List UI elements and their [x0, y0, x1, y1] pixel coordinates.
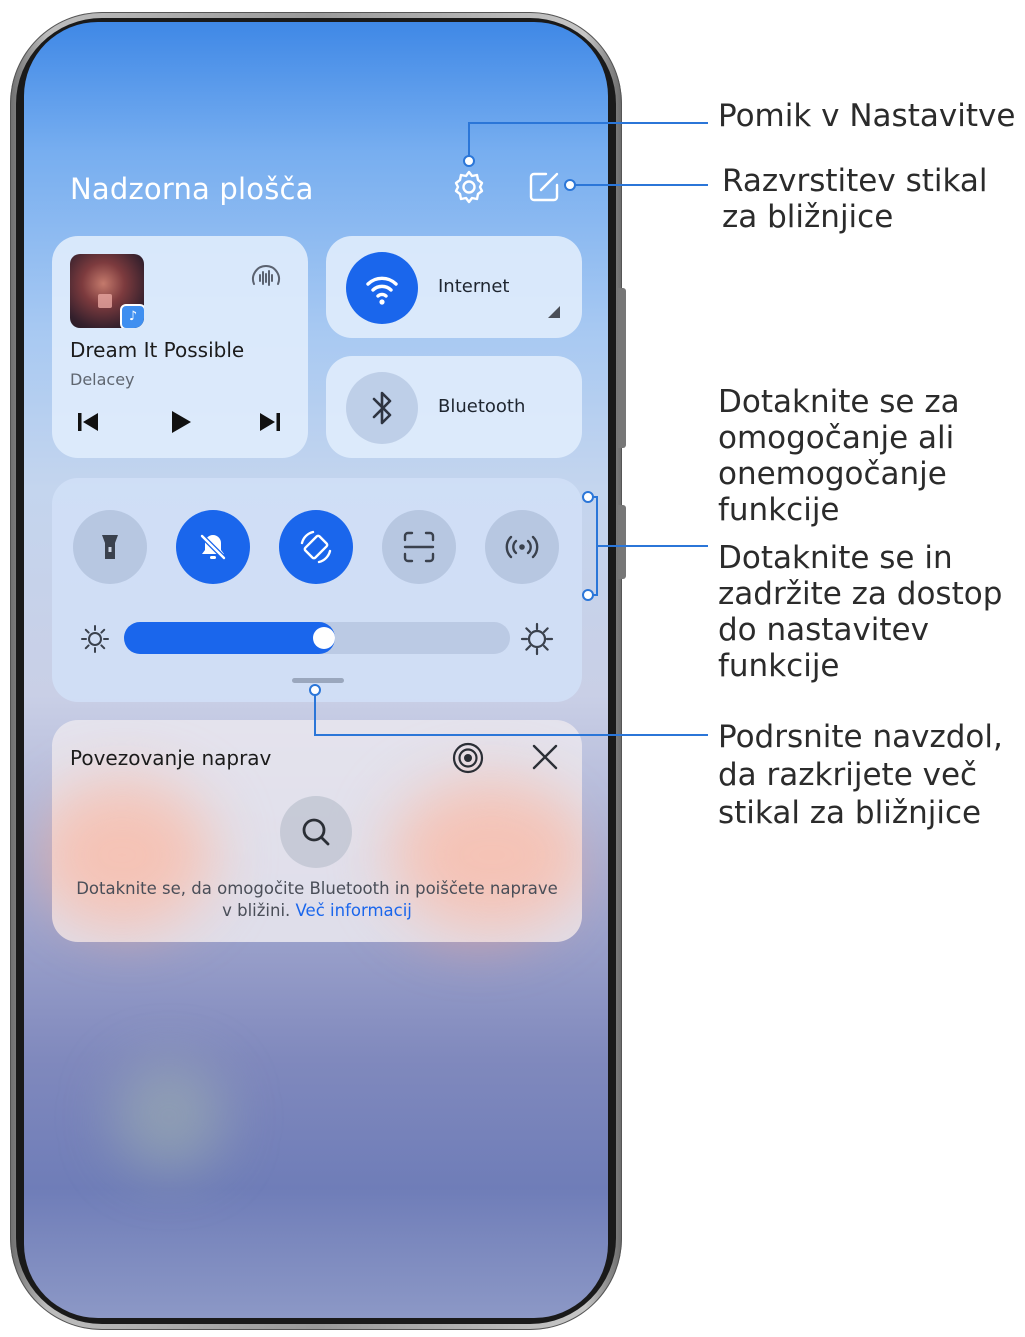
brightness-low-icon — [80, 624, 110, 654]
expand-corner-icon[interactable] — [548, 306, 560, 318]
bluetooth-tile[interactable]: Bluetooth — [326, 356, 582, 458]
annotation-hold-settings: Dotaknite se in zadržite za dostop do na… — [718, 540, 1003, 684]
callout-line-sort — [570, 184, 708, 186]
next-icon[interactable] — [254, 406, 286, 438]
wallpaper-blob — [114, 1062, 224, 1172]
album-art: ♪ — [70, 254, 144, 328]
previous-icon[interactable] — [72, 406, 104, 438]
audio-output-icon[interactable] — [248, 260, 284, 296]
annotation-swipe-down: Podrsnite navzdol, da razkrijete več sti… — [718, 719, 1003, 831]
annotation-settings: Pomik v Nastavitve — [718, 98, 1016, 134]
panel-title: Nadzorna plošča — [70, 172, 314, 206]
expand-handle[interactable] — [292, 678, 344, 683]
control-panel-screen: Nadzorna plošča ♪ Dream It Possible Dela… — [24, 22, 608, 1318]
callout-dot-settings — [463, 155, 475, 167]
close-icon[interactable] — [528, 740, 562, 774]
song-title: Dream It Possible — [70, 338, 245, 362]
auto-rotate-icon[interactable] — [279, 510, 353, 584]
internet-label: Internet — [438, 276, 510, 297]
callout-line-toggles — [598, 545, 708, 547]
callout-dot-toggles — [582, 491, 594, 503]
internet-tile[interactable]: Internet — [326, 236, 582, 338]
annotation-tap-toggle: Dotaknite se za omogočanje ali onemogoča… — [718, 384, 960, 528]
brightness-slider[interactable] — [124, 622, 510, 654]
device-connection-card: Povezovanje naprav Dotaknite se, da omog… — [52, 720, 582, 942]
bluetooth-label: Bluetooth — [438, 396, 526, 417]
gear-icon[interactable] — [449, 167, 489, 207]
hotspot-icon[interactable] — [485, 510, 559, 584]
annotation-sort-shortcuts: Razvrstitev stikal za bližnjice — [722, 163, 988, 235]
callout-line-swipe — [314, 690, 316, 736]
flashlight-icon[interactable] — [73, 510, 147, 584]
device-connection-description: Dotaknite se, da omogočite Bluetooth in … — [76, 878, 558, 922]
media-card[interactable]: ♪ Dream It Possible Delacey — [52, 236, 308, 458]
brightness-high-icon — [520, 622, 554, 656]
callout-line-settings — [468, 122, 470, 158]
power-button — [618, 505, 626, 579]
search-icon[interactable] — [280, 796, 352, 868]
callout-line-swipe — [314, 734, 708, 736]
device-connection-title: Povezovanje naprav — [70, 746, 272, 770]
wifi-icon[interactable] — [346, 252, 418, 324]
shortcut-switches-card — [52, 478, 582, 702]
volume-button — [618, 288, 626, 448]
song-artist: Delacey — [70, 370, 135, 389]
play-icon[interactable] — [164, 406, 196, 438]
callout-line-settings — [468, 122, 708, 124]
callout-dot-toggles — [582, 589, 594, 601]
brightness-slider-fill — [124, 622, 335, 654]
bell-off-icon[interactable] — [176, 510, 250, 584]
callout-dot-sort — [564, 179, 576, 191]
radar-icon[interactable] — [450, 740, 486, 776]
brightness-slider-knob[interactable] — [313, 627, 335, 649]
music-app-icon: ♪ — [120, 304, 144, 328]
callout-dot-swipe — [309, 684, 321, 696]
scan-icon[interactable] — [382, 510, 456, 584]
bluetooth-icon[interactable] — [346, 372, 418, 444]
more-info-link[interactable]: Več informacij — [296, 901, 412, 920]
edit-square-icon[interactable] — [524, 167, 564, 207]
